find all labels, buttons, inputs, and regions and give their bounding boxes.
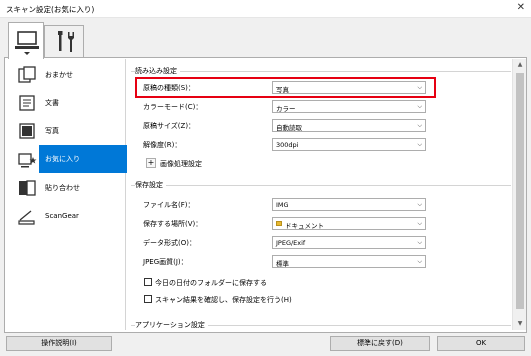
section-title-scan-options: 読み込み設定 [135, 66, 180, 76]
chevron-down-icon: ⌵ [417, 239, 422, 246]
chevron-down-icon: ⌵ [417, 258, 422, 265]
chevron-down-icon: ⌵ [417, 220, 422, 227]
jpeg-quality-select[interactable]: 標準 ⌵ [272, 255, 426, 268]
color-mode-label: カラーモード(C)： [143, 103, 203, 111]
save-in-select[interactable]: ドキュメント ⌵ [272, 217, 426, 230]
tab-scan-from-computer[interactable] [8, 22, 44, 59]
section-divider [131, 71, 511, 72]
defaults-button[interactable]: 標準に戻す(D) [330, 336, 430, 351]
scroll-up-icon[interactable]: ▲ [513, 59, 527, 71]
color-mode-select[interactable]: カラー ⌵ [272, 100, 426, 113]
sidebar-item-label: 写真 [45, 127, 59, 135]
chevron-down-icon: ⌵ [417, 84, 422, 91]
file-name-select[interactable]: IMG ⌵ [272, 198, 426, 211]
resolution-select[interactable]: 300dpi ⌵ [272, 138, 426, 151]
source-type-label: 原稿の種類(S)： [143, 84, 195, 92]
check-results-label: スキャン結果を確認し、保存設定を行う(H) [155, 296, 292, 304]
sidebar-item-stitch[interactable]: 貼り合わせ [9, 174, 126, 202]
file-name-label: ファイル名(F)： [143, 201, 195, 209]
help-button[interactable]: 操作説明(I) [6, 336, 112, 351]
close-icon[interactable]: ✕ [517, 2, 525, 13]
scangear-icon [18, 210, 35, 225]
chevron-down-icon: ⌵ [417, 141, 422, 148]
date-folder-checkbox[interactable] [144, 278, 152, 286]
sidebar-item-photo[interactable]: 写真 [9, 117, 126, 145]
section-divider [131, 185, 511, 186]
chevron-down-icon: ⌵ [417, 122, 422, 129]
save-in-value: ドキュメント [285, 222, 324, 230]
source-type-select[interactable]: 写真 ⌵ [272, 81, 426, 94]
data-format-value: JPEG/Exif [276, 239, 306, 247]
settings-content: 読み込み設定 原稿の種類(S)： 写真 ⌵ カラーモード(C)： カラー ⌵ 原… [127, 59, 513, 330]
data-format-label: データ形式(O)： [143, 239, 196, 247]
scroll-down-icon[interactable]: ▼ [513, 318, 527, 330]
paper-size-label: 原稿サイズ(Z)： [143, 122, 196, 130]
stitch-icon [19, 180, 36, 196]
sidebar-item-label: 文書 [45, 99, 59, 107]
sidebar-item-label: おまかせ [45, 71, 73, 79]
jpeg-quality-label: JPEG画質(J)： [143, 258, 188, 266]
window-titlebar: スキャン設定(お気に入り) ✕ [0, 0, 531, 18]
vertical-scrollbar[interactable]: ▲ ▼ [512, 59, 526, 330]
scroll-thumb[interactable] [516, 73, 524, 309]
auto-scan-icon [18, 66, 36, 83]
document-icon [19, 95, 35, 111]
tools-icon [58, 31, 74, 52]
ok-button[interactable]: OK [437, 336, 525, 351]
data-format-select[interactable]: JPEG/Exif ⌵ [272, 236, 426, 249]
folder-icon [276, 221, 282, 226]
computer-icon [15, 31, 39, 55]
window-title: スキャン設定(お気に入り) [6, 5, 95, 14]
photo-icon [19, 123, 35, 139]
image-processing-label: 画像処理設定 [160, 160, 202, 168]
jpeg-quality-value: 標準 [276, 260, 289, 268]
source-type-value: 写真 [276, 86, 289, 94]
expand-image-processing-button[interactable]: + [146, 158, 156, 168]
resolution-label: 解像度(R)： [143, 141, 182, 149]
section-title-save-settings: 保存設定 [135, 180, 166, 190]
color-mode-value: カラー [276, 105, 296, 113]
scan-mode-sidebar: おまかせ 文書 写真 お気に入り 貼り合わせ ScanGear [9, 59, 134, 330]
favorites-icon [18, 153, 37, 168]
tab-general-settings[interactable] [44, 25, 84, 58]
sidebar-item-favorites[interactable]: お気に入り [39, 145, 134, 173]
section-title-app-settings: アプリケーション設定 [135, 320, 208, 330]
chevron-down-icon: ⌵ [417, 103, 422, 110]
favorites-icon-cell [9, 145, 39, 173]
sidebar-item-label: ScanGear [45, 212, 79, 220]
resolution-value: 300dpi [276, 141, 299, 149]
sidebar-item-label: お気に入り [45, 155, 80, 163]
paper-size-value: 自動読取 [276, 124, 302, 132]
sidebar-item-auto[interactable]: おまかせ [9, 61, 126, 89]
paper-size-select[interactable]: 自動読取 ⌵ [272, 119, 426, 132]
check-results-checkbox[interactable] [144, 295, 152, 303]
sidebar-item-scangear[interactable]: ScanGear [9, 203, 126, 231]
sidebar-item-label: 貼り合わせ [45, 184, 80, 192]
chevron-down-icon: ⌵ [417, 201, 422, 208]
file-name-value: IMG [276, 201, 289, 209]
date-folder-label: 今日の日付のフォルダーに保存する [155, 279, 267, 287]
sidebar-item-document[interactable]: 文書 [9, 89, 126, 117]
save-in-label: 保存する場所(V)： [143, 220, 203, 228]
